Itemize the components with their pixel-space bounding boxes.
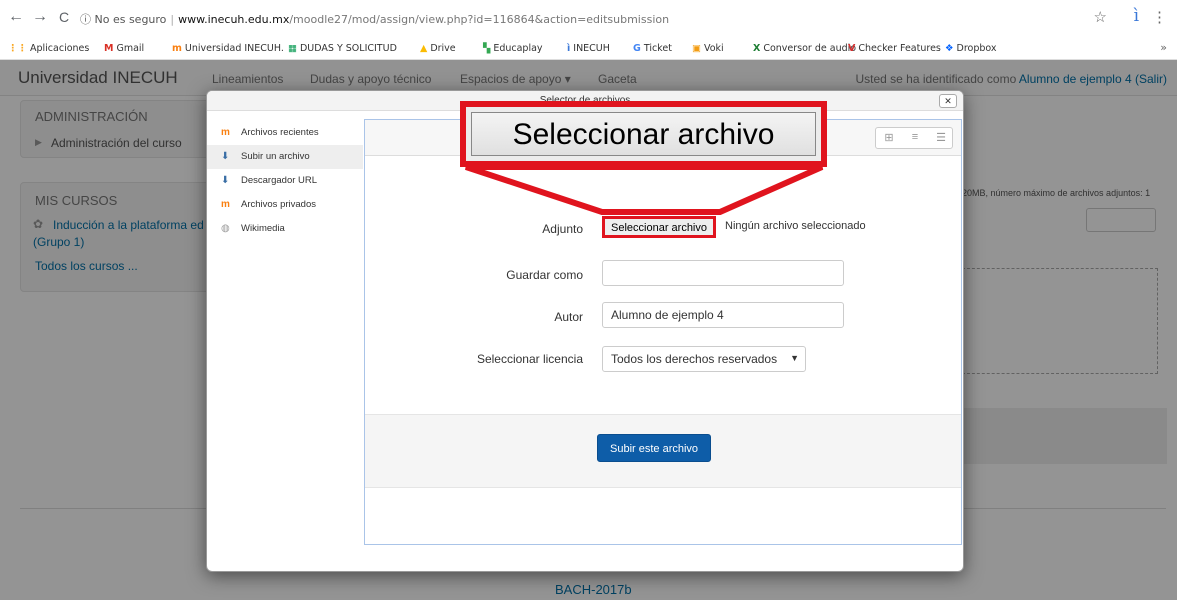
callout-zoom-box: Seleccionar archivo [460, 101, 827, 167]
callout-connector [465, 164, 824, 215]
callout-choose-file-label: Seleccionar archivo [471, 112, 816, 156]
